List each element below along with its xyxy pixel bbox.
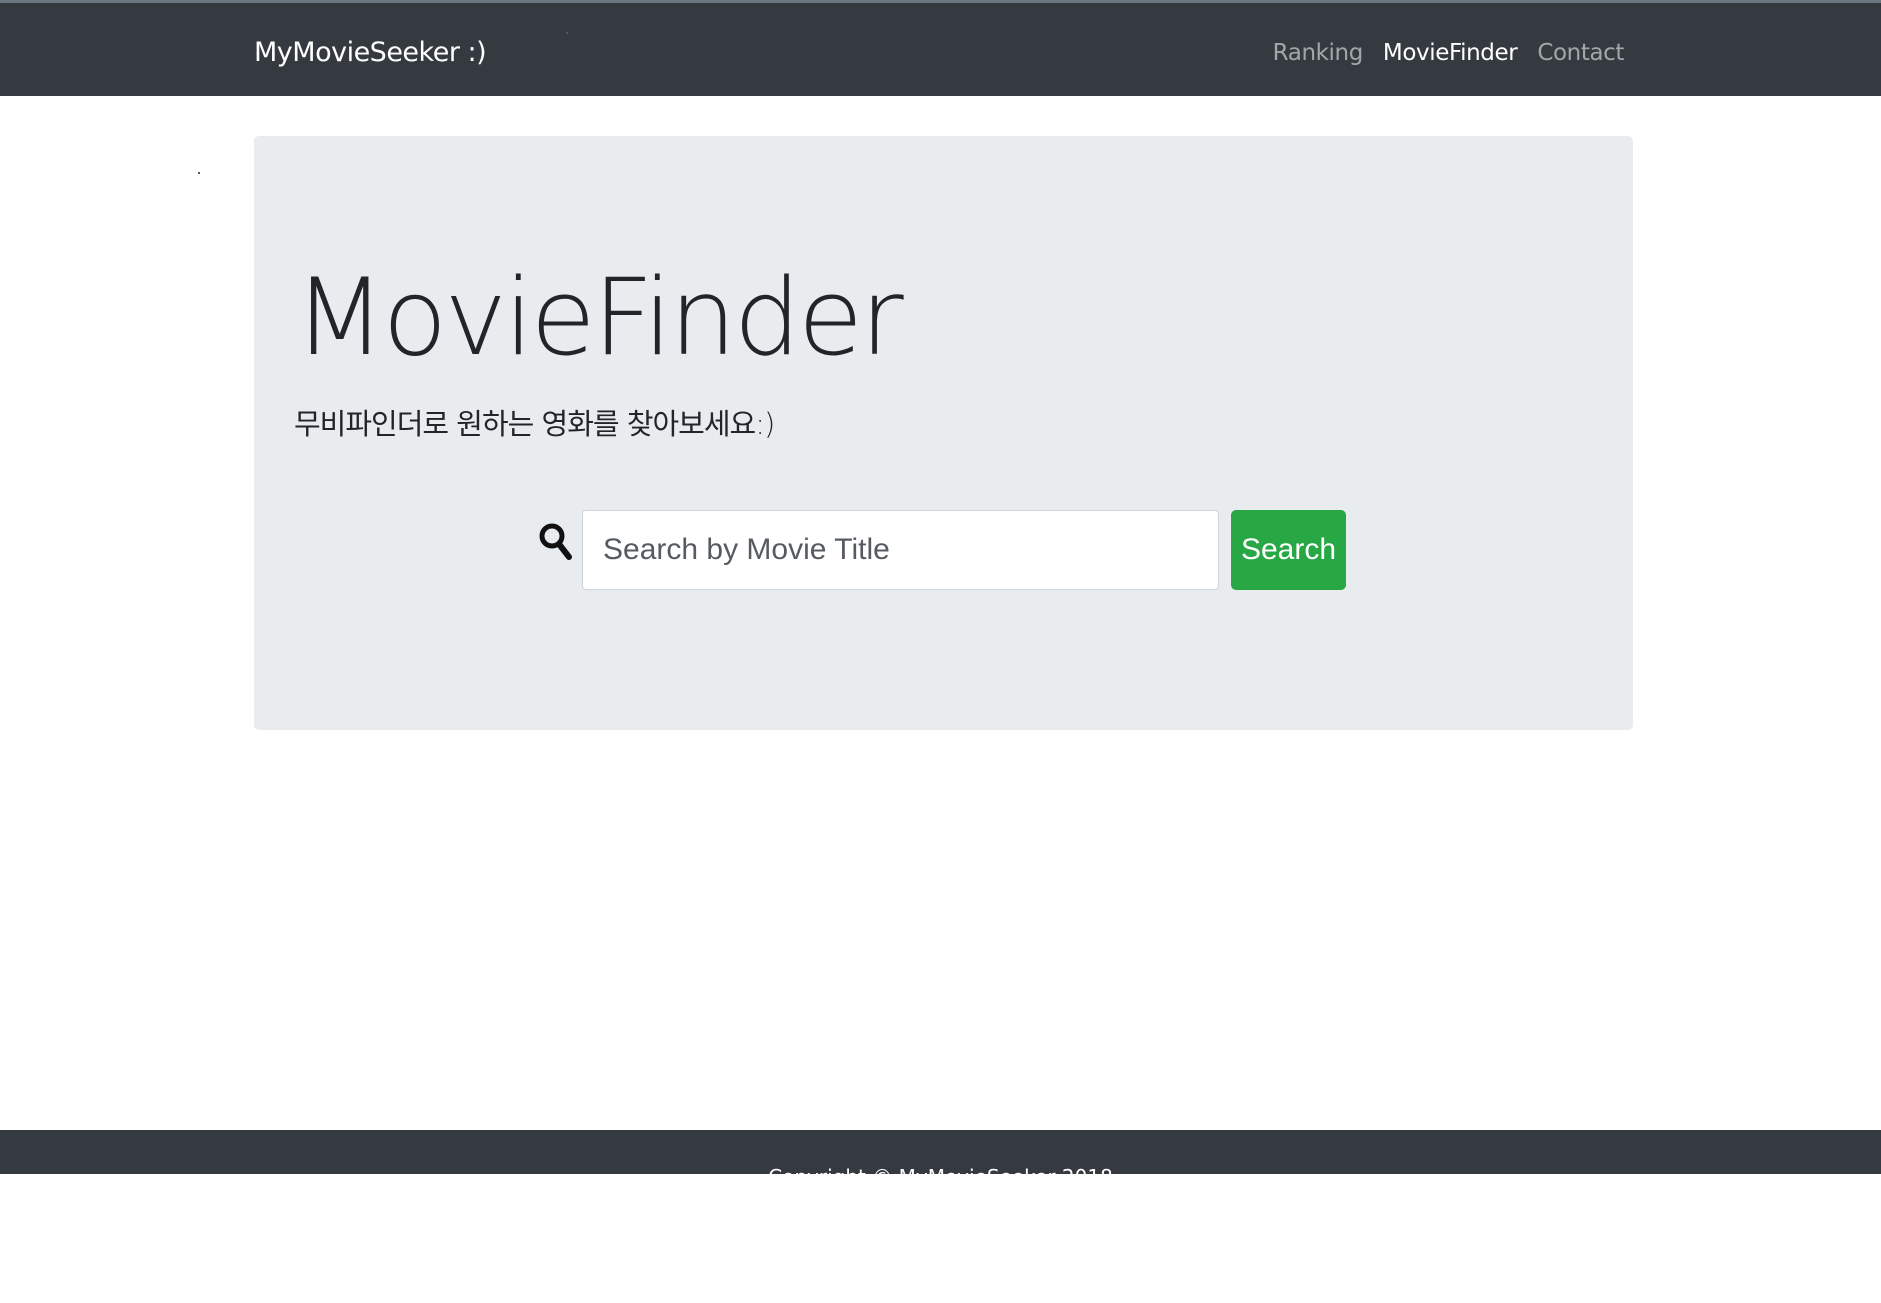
top-navbar: MyMovieSeeker :) Ranking MovieFinder Con… — [0, 0, 1881, 96]
footer: Copyright © MyMovieSeeker 2018 — [0, 1130, 1881, 1174]
nav-link-moviefinder[interactable]: MovieFinder — [1383, 37, 1518, 69]
page-subtitle: 무비파인더로 원하는 영화를 찾아보세요:) — [294, 407, 775, 441]
search-icon — [539, 522, 573, 562]
stray-dot — [566, 32, 568, 34]
nav-links: Ranking MovieFinder Contact — [1273, 37, 1625, 69]
hero-jumbotron: MovieFinder 무비파인더로 원하는 영화를 찾아보세요:) Searc… — [254, 136, 1633, 730]
footer-copyright: Copyright © MyMovieSeeker 2018 — [0, 1165, 1881, 1174]
search-button[interactable]: Search — [1231, 510, 1346, 590]
nav-link-ranking[interactable]: Ranking — [1273, 37, 1364, 69]
nav-link-contact[interactable]: Contact — [1537, 37, 1624, 69]
brand-link[interactable]: MyMovieSeeker :) — [254, 36, 487, 70]
page-title: MovieFinder — [294, 256, 904, 379]
stray-dot — [198, 172, 200, 174]
search-input[interactable] — [582, 510, 1219, 590]
